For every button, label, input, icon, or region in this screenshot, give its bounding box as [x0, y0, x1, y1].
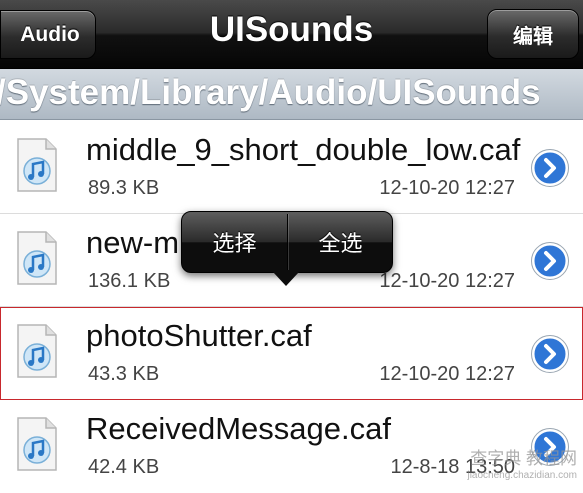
- path-bar: /System/Library/Audio/UISounds: [0, 69, 583, 120]
- file-date: 12-10-20 12:27: [379, 270, 515, 292]
- watermark: 查字典 教程网 jiaocheng.chazidian.com: [467, 450, 577, 484]
- chevron-right-circle-icon[interactable]: [531, 149, 569, 187]
- file-name: middle_9_short_double_low.caf: [86, 132, 521, 167]
- music-file-icon: [17, 417, 57, 471]
- file-name: photoShutter.caf: [86, 318, 312, 353]
- file-date: 12-10-20 12:27: [379, 363, 515, 385]
- navigation-bar: Audio UISounds 编辑: [0, 0, 583, 69]
- watermark-line2: jiaocheng.chazidian.com: [467, 470, 577, 481]
- file-size: 43.3 KB: [88, 363, 160, 385]
- select-all-menu-item[interactable]: 全选: [288, 212, 393, 272]
- file-size: 89.3 KB: [88, 177, 160, 199]
- file-size: 42.4 KB: [88, 456, 160, 478]
- chevron-right-circle-icon[interactable]: [531, 335, 569, 373]
- path-label: /System/Library/Audio/UISounds: [0, 73, 541, 112]
- file-size: 136.1 KB: [88, 270, 171, 292]
- edit-button[interactable]: 编辑: [487, 9, 579, 59]
- watermark-line1: 查字典 教程网: [470, 449, 577, 468]
- file-date: 12-10-20 12:27: [379, 177, 515, 199]
- chevron-right-circle-icon[interactable]: [531, 242, 569, 280]
- select-menu-item[interactable]: 选择: [182, 212, 287, 272]
- file-name: ReceivedMessage.caf: [86, 411, 391, 446]
- popup-arrow: [273, 272, 299, 286]
- music-file-icon: [17, 138, 57, 192]
- music-file-icon: [17, 231, 57, 285]
- music-file-icon: [17, 324, 57, 378]
- file-row[interactable]: middle_9_short_double_low.caf 89.3 KB 12…: [0, 121, 583, 214]
- edit-menu-popup: 选择 全选: [181, 211, 393, 273]
- file-name: new-m: [86, 225, 180, 260]
- file-row-selected[interactable]: photoShutter.caf 43.3 KB 12-10-20 12:27: [0, 307, 583, 400]
